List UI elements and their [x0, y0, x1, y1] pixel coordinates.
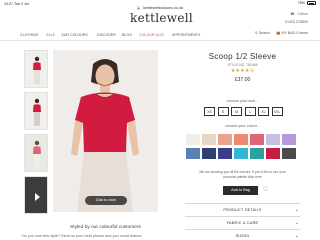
site-logo[interactable]: kettlewell — [130, 11, 193, 25]
play-icon — [35, 193, 40, 201]
colour-swatch[interactable] — [282, 147, 296, 159]
nav-colour-quiz[interactable]: COLOUR QUIZ — [139, 33, 164, 37]
nav-divider — [0, 40, 320, 41]
size-option[interactable]: M — [231, 107, 242, 116]
status-clock: 14:27 Tue 2 Jul — [4, 2, 29, 6]
nav-our-colours[interactable]: OUR COLOURS — [61, 33, 88, 37]
colour-swatch[interactable] — [266, 134, 280, 145]
status-time: 14:27 — [4, 1, 13, 6]
call-label: Call us — [297, 12, 308, 16]
accordion-product-details[interactable]: PRODUCT DETAILS ⌄ — [185, 203, 300, 216]
colour-swatch[interactable] — [186, 134, 200, 145]
phone-icon: ☎ — [290, 12, 295, 16]
thumbnail-video[interactable] — [24, 176, 48, 214]
styled-title: Styled by our colourful customers — [70, 225, 141, 230]
size-option[interactable]: XS — [204, 107, 215, 116]
bag-count: 0 items — [296, 31, 308, 35]
search-button[interactable]: ⚲ Search — [255, 31, 270, 35]
lock-icon: 🔒 — [136, 6, 142, 10]
battery-percent: 75% — [297, 1, 305, 5]
phone-number[interactable]: 01423 278500 — [285, 20, 308, 24]
nav-sale[interactable]: SALE — [46, 33, 55, 37]
nav-discover[interactable]: DISCOVER — [97, 33, 116, 37]
colour-swatch[interactable] — [186, 147, 200, 159]
main-product-image[interactable]: Click to zoom — [53, 50, 158, 212]
colour-swatch[interactable] — [218, 147, 232, 159]
product-price: £37.00 — [234, 77, 251, 83]
chevron-down-icon: ⌄ — [294, 207, 299, 213]
colour-swatch[interactable] — [234, 147, 248, 159]
thumbnail-figure — [33, 140, 41, 168]
colour-swatch[interactable] — [282, 134, 296, 145]
thumbnail-1[interactable] — [24, 50, 48, 88]
bag-button[interactable]: 👜 MY BAG 0 items — [276, 31, 308, 35]
size-option[interactable]: S — [217, 107, 229, 116]
accordion-fabric-care[interactable]: FABRIC & CARE ⌄ — [185, 216, 300, 229]
styled-subtitle: Do you own this style? Send us your best… — [22, 234, 142, 238]
accordion-label: SIZING — [235, 234, 250, 238]
accordion-label: FABRIC & CARE — [226, 221, 259, 225]
product-title: Scoop 1/2 Sleeve — [208, 52, 277, 61]
size-option[interactable]: XL — [258, 107, 269, 116]
bag-icon: 👜 — [276, 31, 281, 35]
thumbnail-figure — [33, 56, 41, 84]
bag-label: MY BAG — [281, 31, 296, 35]
colour-swatch[interactable] — [250, 147, 264, 159]
colour-swatch[interactable] — [250, 134, 264, 145]
thumbnail-2[interactable] — [24, 92, 48, 130]
main-nav: CLOTHING SALE OUR COLOURS DISCOVER BLOG … — [0, 31, 320, 39]
battery-icon — [307, 1, 316, 5]
search-icon: ⚲ — [254, 31, 258, 35]
colour-swatch[interactable] — [218, 134, 232, 145]
nav-blog[interactable]: BLOG — [122, 33, 132, 37]
chevron-down-icon: ⌄ — [294, 220, 299, 226]
star-rating[interactable]: ★★★★½ — [185, 68, 300, 74]
chevron-down-icon: ⌄ — [294, 233, 299, 239]
accordion-sizing[interactable]: SIZING ⌄ — [185, 229, 300, 240]
nav-appointments[interactable]: APPOINTMENTS — [172, 33, 200, 37]
colour-swatch[interactable] — [202, 147, 216, 159]
colour-swatch[interactable] — [266, 147, 280, 159]
add-to-bag-button[interactable]: Add to Bag — [223, 186, 258, 195]
thumbnail-3[interactable] — [24, 134, 48, 172]
size-selector: XS S M L XL XXL — [204, 107, 283, 116]
size-prompt: choose your size... — [226, 99, 259, 103]
accordion-label: PRODUCT DETAILS — [223, 208, 262, 212]
wishlist-heart-icon[interactable]: ♡ — [261, 186, 270, 195]
colour-swatch[interactable] — [234, 134, 248, 145]
size-option[interactable]: L — [244, 107, 256, 116]
zoom-button[interactable]: Click to zoom — [85, 196, 127, 205]
colour-swatch-grid — [186, 134, 298, 159]
nav-clothing[interactable]: CLOTHING — [20, 33, 39, 37]
nav-actions: ⚲ Search 👜 MY BAG 0 items — [255, 31, 308, 35]
notice-line-2: personal palette — [223, 174, 247, 179]
colour-swatch[interactable] — [202, 134, 216, 145]
url-text: kettlewellcolours.co.uk — [143, 5, 184, 10]
size-option[interactable]: XXL — [271, 107, 283, 116]
header-contact: ☎ Call us — [290, 12, 308, 16]
search-label: Search — [258, 31, 270, 35]
status-date: Tue 2 Jul — [13, 1, 29, 6]
site-header: kettlewell ☎ Call us 01423 278500 — [0, 11, 320, 33]
palette-link[interactable]: click here — [248, 175, 262, 179]
status-indicators: 75% — [298, 1, 316, 5]
model-figure — [53, 50, 158, 212]
colour-prompt: choose your colour... — [224, 124, 261, 128]
palette-notice: We are showing you all the colours. If y… — [185, 170, 300, 179]
style-number: STYLE NO. 780464 — [227, 63, 258, 67]
thumbnail-figure — [33, 98, 41, 126]
notice-line-1: We are showing you all the colours. If y… — [199, 170, 286, 174]
